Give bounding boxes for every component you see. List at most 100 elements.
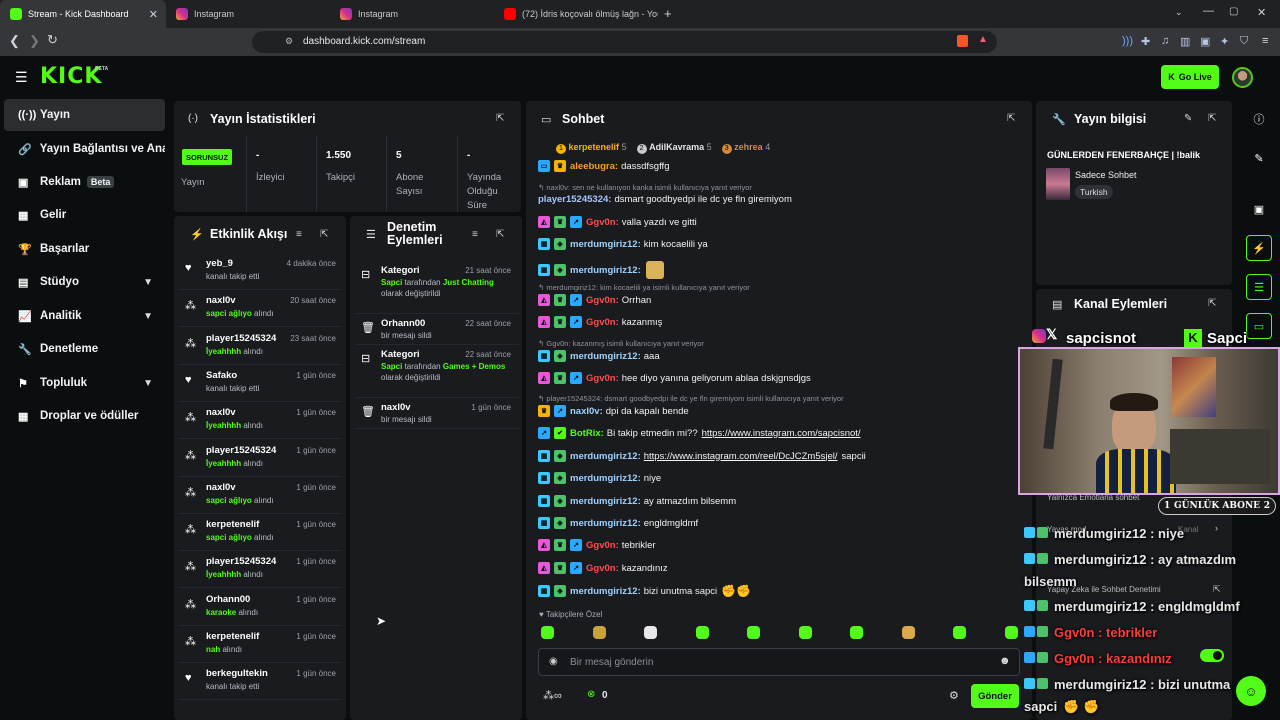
activity-item[interactable]: ⁂ player15245324 1 gün önce İyeahhhh alı… [178, 551, 342, 589]
chat-username[interactable]: merdumgiriz12: [570, 473, 641, 484]
moderation-item[interactable]: ⊟ Kategori 21 saat önce Sapci tarafından… [355, 261, 519, 314]
chat-message[interactable]: ▦ ◈ merdumgiriz12: [538, 261, 664, 279]
tab-kick-dashboard[interactable]: Stream - Kick Dashboard ✕ [0, 0, 166, 28]
gifter-2[interactable]: 2 AdilKavrama 5 [636, 142, 712, 154]
minimize-icon[interactable]: — [1203, 5, 1214, 17]
filter-icon[interactable]: ≡ [296, 229, 302, 240]
activity-item[interactable]: ♥ Safako 1 gün önce kanalı takip etti [178, 365, 342, 402]
chat-message[interactable]: ◭ ♛ ↗ Ggv0n: hee diyo yanına geliyorum ablaa… [538, 372, 811, 384]
chat-link[interactable]: https://www.instagram.com/reel/DcJCZm5sj… [644, 451, 838, 462]
gifter-3[interactable]: 3 zehrea 4 [721, 142, 770, 154]
avatar[interactable] [1232, 67, 1253, 88]
chat-username[interactable]: Ggv0n: [586, 373, 619, 384]
chat-message[interactable]: ▦ ◈ merdumgiriz12: aaa [538, 350, 660, 362]
new-tab-icon[interactable]: + [664, 6, 672, 21]
moderation-item[interactable]: 🗑 naxl0v 1 gün önce bir mesajı sildi [355, 398, 519, 429]
activity-item[interactable]: ⁂ naxl0v 1 gün önce sapci ağlıyo alındı [178, 477, 342, 514]
chat-username[interactable]: Ggv0n: [586, 217, 619, 228]
popout-icon[interactable]: ⇱ [320, 229, 328, 240]
kick-logo[interactable]: KICK [40, 64, 102, 89]
chat-username[interactable]: merdumgiriz12: [570, 239, 641, 250]
go-live-button[interactable]: K Go Live [1161, 65, 1219, 89]
info-icon[interactable]: ⓘ [1246, 106, 1272, 132]
chat-message[interactable]: ▦ ◈ merdumgiriz12: engldmgldmf [538, 517, 698, 529]
chat-settings-icon[interactable]: ⚙ [949, 689, 959, 702]
chat-username[interactable]: Ggv0n: [586, 540, 619, 551]
chat-username[interactable]: player15245324: [538, 194, 611, 205]
extension-puzzle-icon[interactable]: ✚ [1141, 35, 1150, 48]
wallet-icon[interactable]: ▣ [1200, 35, 1210, 48]
chat-message[interactable]: ◭ ♛ ↗ Ggv0n: valla yazdı ve gitti [538, 216, 697, 228]
back-icon[interactable]: ❮ [9, 33, 20, 49]
activity-item[interactable]: ⁂ naxl0v 1 gün önce İyeahhhh alındı [178, 402, 342, 440]
send-button[interactable]: Gönder [971, 684, 1019, 708]
music-icon[interactable]: ♫ [1161, 35, 1169, 47]
chat-message[interactable]: ▦ ◈ merdumgiriz12: https://www.instagram.co… [538, 450, 866, 462]
chat-username[interactable]: Ggv0n: [586, 317, 619, 328]
sidebar-item-topluluk[interactable]: ⚑ Topluluk ▼ [4, 367, 165, 399]
leo-ai-icon[interactable]: ✦ [1220, 35, 1229, 48]
chat-message[interactable]: ◭ ♛ ↗ Ggv0n: kazanmış [538, 316, 662, 328]
sidebar-item-droplar[interactable]: ▦ Droplar ve ödüller [4, 400, 165, 432]
brave-shield-icon[interactable] [957, 35, 968, 47]
chat-username[interactable]: merdumgiriz12: [570, 351, 641, 362]
popout-icon[interactable]: ⇱ [496, 113, 504, 124]
help-chat-icon[interactable]: ☺ [1236, 676, 1266, 706]
popout-icon[interactable]: ⇱ [1213, 584, 1221, 595]
emote-icon[interactable] [541, 626, 554, 639]
chat-message[interactable]: ♛ ↗ naxl0v: dpi da kapalı bende [538, 405, 689, 417]
activity-item[interactable]: ♥ yeb_9 4 dakika önce kanalı takip etti [178, 253, 342, 290]
points-icon[interactable]: ⁂∞ [543, 689, 562, 702]
chat-message[interactable]: ◭ ♛ ↗ Ggv0n: Orrhan [538, 294, 651, 306]
emote-icon[interactable] [592, 626, 606, 639]
chat-message[interactable]: ▦ ◈ merdumgiriz12: ay atmazdım bilsemm [538, 495, 736, 507]
chat-message[interactable]: ▭ ♛ aleebugra: dassdfsgffg [538, 160, 669, 172]
tab-youtube[interactable]: (72) İdris koçovalı ölmüş lağn - YouTu [494, 0, 658, 28]
emote-icon[interactable] [798, 626, 812, 639]
chat-message[interactable]: ↗ ✔ BotRix: Bi takip etmedin mi?? https://ww… [538, 427, 865, 439]
activity-item[interactable]: ⁂ Orhann00 1 gün önce karaoke alındı [178, 589, 342, 626]
chat-message[interactable]: ◭ ♛ ↗ Ggv0n: tebrikler [538, 539, 656, 551]
popout-icon[interactable]: ⇱ [1208, 298, 1216, 309]
chat-message[interactable]: ▦ ◈ merdumgiriz12: kim kocaelili ya [538, 238, 708, 250]
popout-icon[interactable]: ⇱ [1208, 113, 1216, 124]
popout-icon[interactable]: ⇱ [496, 229, 504, 240]
activity-item[interactable]: ⁂ kerpetenelif 1 gün önce sapci ağlıyo a… [178, 514, 342, 552]
activity-item[interactable]: ⁂ naxl0v 20 saat önce sapci ağlıyo alınd… [178, 290, 342, 328]
activity-item[interactable]: ⁂ player15245324 1 gün önce İyeahhhh alı… [178, 440, 342, 477]
emote-icon[interactable] [695, 626, 709, 639]
emote-icon[interactable] [1004, 626, 1018, 639]
vpn-icon[interactable]: ⛉ [1240, 35, 1248, 48]
sidebar-item-analitik[interactable]: 📈 Analitik ▼ [4, 300, 165, 332]
activity-item[interactable]: ♥ berkegultekin 1 gün önce kanalı takip … [178, 663, 342, 701]
extension-audio-icon[interactable]: ))) [1122, 35, 1133, 47]
brave-rewards-icon[interactable]: ▲ [978, 34, 988, 45]
emote-icon[interactable] [747, 626, 760, 639]
tab-instagram-2[interactable]: Instagram [330, 0, 494, 28]
sidebar-toggle-icon[interactable]: ▥ [1180, 35, 1190, 48]
stream-preview-icon[interactable]: ▣ [1246, 196, 1272, 222]
chat-message[interactable]: ▦ ◈ merdumgiriz12: niye [538, 472, 661, 484]
chat-username[interactable]: naxl0v: [570, 406, 603, 417]
reload-icon[interactable]: ↻ [47, 32, 58, 48]
sidebar-item-stream-key[interactable]: 🔗 Yayın Bağlantısı ve Anahtarı [4, 133, 165, 165]
viewer-count-toggle[interactable] [1200, 649, 1224, 662]
chat-username[interactable]: Ggv0n: [586, 563, 619, 574]
popout-icon[interactable]: ⇱ [1007, 113, 1015, 124]
chat-username[interactable]: merdumgiriz12: [570, 265, 641, 276]
emoji-icon[interactable]: ☻ [999, 655, 1011, 667]
chat-link[interactable]: https://www.instagram.com/sapcisnot/ [702, 428, 861, 439]
chat-username[interactable]: BotRix: [570, 428, 604, 439]
tab-search-icon[interactable]: ⌄ [1175, 7, 1183, 18]
close-window-icon[interactable]: ✕ [1257, 6, 1266, 19]
activity-item[interactable]: ⁂ player15245324 23 saat önce İyeahhhh a… [178, 328, 342, 365]
gifter-1[interactable]: 1 kerpetenelif 5 [556, 142, 627, 154]
chat-username[interactable]: merdumgiriz12: [570, 451, 641, 462]
menu-icon[interactable]: ☰ [15, 69, 28, 86]
activity-item[interactable]: ⁂ kerpetenelif 1 gün önce nah alındı [178, 626, 342, 663]
category-name[interactable]: Sadece Sohbet [1075, 170, 1137, 180]
emote-icon[interactable] [850, 626, 863, 639]
edit-icon[interactable]: ✎ [1184, 113, 1192, 124]
site-info-icon[interactable]: ⚙ [285, 36, 293, 47]
chat-username[interactable]: merdumgiriz12: [570, 586, 641, 597]
